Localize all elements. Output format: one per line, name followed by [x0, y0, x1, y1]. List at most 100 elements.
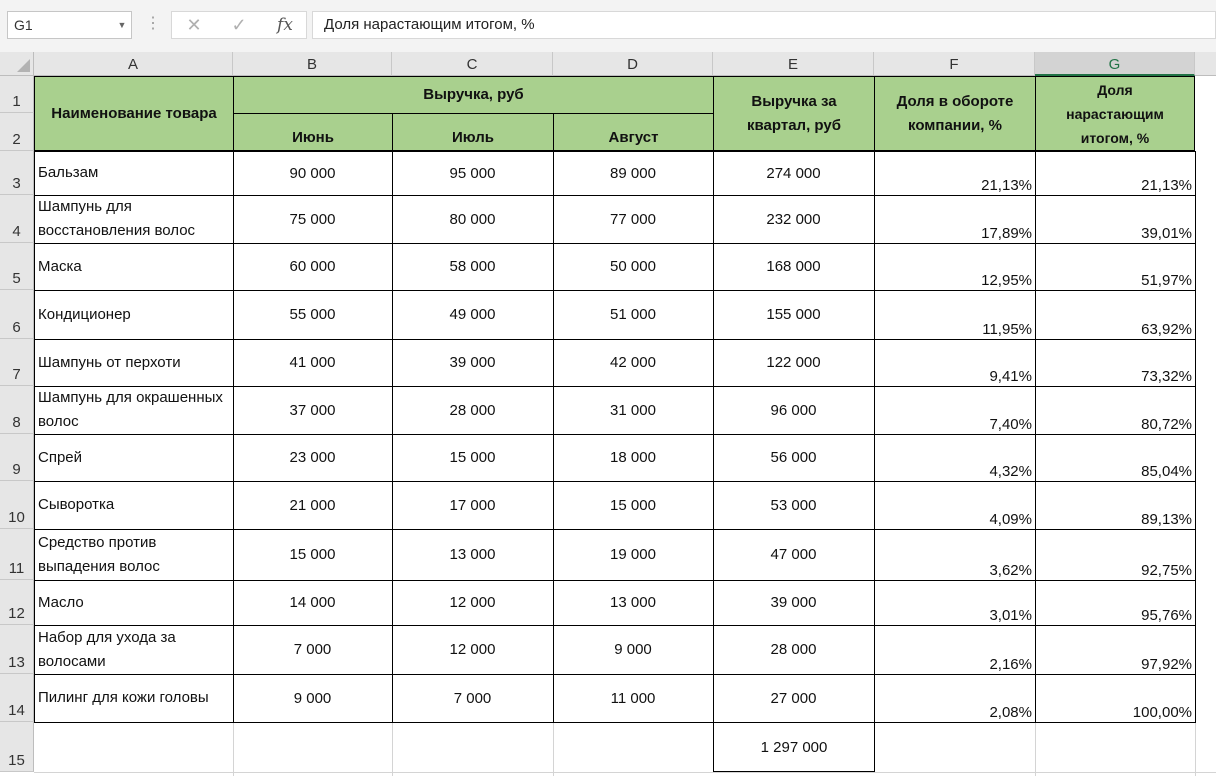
row-header-5[interactable]: 5 — [0, 243, 34, 290]
cell-e13[interactable]: 28 000 — [713, 625, 874, 674]
cell-d4[interactable]: 77 000 — [553, 195, 713, 243]
cell-b14[interactable]: 9 000 — [233, 674, 392, 722]
cell-a5[interactable]: Маска — [34, 243, 233, 290]
cell-a6[interactable]: Кондиционер — [34, 290, 233, 339]
cell-f9[interactable]: 4,32% — [874, 434, 1035, 481]
cell-c10[interactable]: 17 000 — [392, 481, 553, 529]
cell-d7[interactable]: 42 000 — [553, 339, 713, 386]
cell-e8[interactable]: 96 000 — [713, 386, 874, 434]
cell-b6[interactable]: 55 000 — [233, 290, 392, 339]
cell-b13[interactable]: 7 000 — [233, 625, 392, 674]
cell-d8[interactable]: 31 000 — [553, 386, 713, 434]
cell-c7[interactable]: 39 000 — [392, 339, 553, 386]
row-header-11[interactable]: 11 — [0, 529, 34, 580]
cell-g13[interactable]: 97,92% — [1035, 625, 1195, 674]
row-header-1[interactable]: 1 — [0, 76, 34, 113]
row-header-6[interactable]: 6 — [0, 290, 34, 339]
cell-c5[interactable]: 58 000 — [392, 243, 553, 290]
cell-b8[interactable]: 37 000 — [233, 386, 392, 434]
cell-f11[interactable]: 3,62% — [874, 529, 1035, 580]
cell-b5[interactable]: 60 000 — [233, 243, 392, 290]
cell-a10[interactable]: Сыворотка — [34, 481, 233, 529]
cell-e12[interactable]: 39 000 — [713, 580, 874, 625]
cell-b4[interactable]: 75 000 — [233, 195, 392, 243]
cell-e10[interactable]: 53 000 — [713, 481, 874, 529]
cell-f8[interactable]: 7,40% — [874, 386, 1035, 434]
header-quarter[interactable]: Выручка за квартал, руб — [713, 76, 875, 151]
cell-d9[interactable]: 18 000 — [553, 434, 713, 481]
cell-g12[interactable]: 95,76% — [1035, 580, 1195, 625]
enter-icon[interactable]: ✓ — [225, 12, 253, 38]
drag-handle-icon[interactable]: ⋮ — [145, 11, 161, 39]
cell-g7[interactable]: 73,32% — [1035, 339, 1195, 386]
cell-g3[interactable]: 21,13% — [1035, 151, 1195, 195]
cell-g11[interactable]: 92,75% — [1035, 529, 1195, 580]
cell-c14[interactable]: 7 000 — [392, 674, 553, 722]
cell-f10[interactable]: 4,09% — [874, 481, 1035, 529]
insert-function-button[interactable]: fx — [270, 12, 300, 38]
cell-g6[interactable]: 63,92% — [1035, 290, 1195, 339]
header-cumulative[interactable]: Доля нарастающим итогом, % — [1035, 76, 1195, 151]
header-share[interactable]: Доля в обороте компании, % — [874, 76, 1036, 151]
cell-d10[interactable]: 15 000 — [553, 481, 713, 529]
cell-c11[interactable]: 13 000 — [392, 529, 553, 580]
cell-g9[interactable]: 85,04% — [1035, 434, 1195, 481]
row-header-14[interactable]: 14 — [0, 674, 34, 722]
row-header-8[interactable]: 8 — [0, 386, 34, 434]
cell-d5[interactable]: 50 000 — [553, 243, 713, 290]
cell-f7[interactable]: 9,41% — [874, 339, 1035, 386]
cell-e14[interactable]: 27 000 — [713, 674, 874, 722]
cell-c9[interactable]: 15 000 — [392, 434, 553, 481]
row-header-15[interactable]: 15 — [0, 722, 34, 772]
cell-c4[interactable]: 80 000 — [392, 195, 553, 243]
cell-b9[interactable]: 23 000 — [233, 434, 392, 481]
cell-d12[interactable]: 13 000 — [553, 580, 713, 625]
row-header-12[interactable]: 12 — [0, 580, 34, 625]
column-header-d[interactable]: D — [553, 52, 713, 76]
cell-a3[interactable]: Бальзам — [34, 151, 233, 195]
column-header-e[interactable]: E — [713, 52, 874, 76]
cell-e6[interactable]: 155 000 — [713, 290, 874, 339]
cell-f14[interactable]: 2,08% — [874, 674, 1035, 722]
cell-c8[interactable]: 28 000 — [392, 386, 553, 434]
column-header-f[interactable]: F — [874, 52, 1035, 76]
cancel-icon[interactable]: ✕ — [180, 12, 208, 38]
cell-d6[interactable]: 51 000 — [553, 290, 713, 339]
cell-f3[interactable]: 21,13% — [874, 151, 1035, 195]
cell-a8[interactable]: Шампунь для окрашенных волос — [34, 386, 233, 434]
cell-b11[interactable]: 15 000 — [233, 529, 392, 580]
header-june[interactable]: Июнь — [233, 113, 393, 151]
cell-d3[interactable]: 89 000 — [553, 151, 713, 195]
column-header-c[interactable]: C — [392, 52, 553, 76]
header-july[interactable]: Июль — [392, 113, 554, 151]
row-header-7[interactable]: 7 — [0, 339, 34, 386]
cell-a7[interactable]: Шампунь от перхоти — [34, 339, 233, 386]
cell-c3[interactable]: 95 000 — [392, 151, 553, 195]
chevron-down-icon[interactable]: ▼ — [114, 11, 130, 39]
row-header-9[interactable]: 9 — [0, 434, 34, 481]
header-revenue[interactable]: Выручка, руб — [233, 76, 714, 114]
select-all-button[interactable] — [0, 52, 34, 76]
cell-d14[interactable]: 11 000 — [553, 674, 713, 722]
cell-a13[interactable]: Набор для ухода за волосами — [34, 625, 233, 674]
cell-g4[interactable]: 39,01% — [1035, 195, 1195, 243]
cell-f4[interactable]: 17,89% — [874, 195, 1035, 243]
header-name[interactable]: Наименование товара — [34, 76, 234, 151]
row-header-2[interactable]: 2 — [0, 113, 34, 151]
cell-a4[interactable]: Шампунь для восстановления волос — [34, 195, 233, 243]
cell-g5[interactable]: 51,97% — [1035, 243, 1195, 290]
cell-b12[interactable]: 14 000 — [233, 580, 392, 625]
cell-b10[interactable]: 21 000 — [233, 481, 392, 529]
cell-f6[interactable]: 11,95% — [874, 290, 1035, 339]
cell-a9[interactable]: Спрей — [34, 434, 233, 481]
cell-g8[interactable]: 80,72% — [1035, 386, 1195, 434]
header-august[interactable]: Август — [553, 113, 714, 151]
cell-f5[interactable]: 12,95% — [874, 243, 1035, 290]
cell-g14[interactable]: 100,00% — [1035, 674, 1195, 722]
cell-c13[interactable]: 12 000 — [392, 625, 553, 674]
cell-f12[interactable]: 3,01% — [874, 580, 1035, 625]
row-header-4[interactable]: 4 — [0, 195, 34, 243]
row-header-13[interactable]: 13 — [0, 625, 34, 674]
cell-f13[interactable]: 2,16% — [874, 625, 1035, 674]
cell-e11[interactable]: 47 000 — [713, 529, 874, 580]
